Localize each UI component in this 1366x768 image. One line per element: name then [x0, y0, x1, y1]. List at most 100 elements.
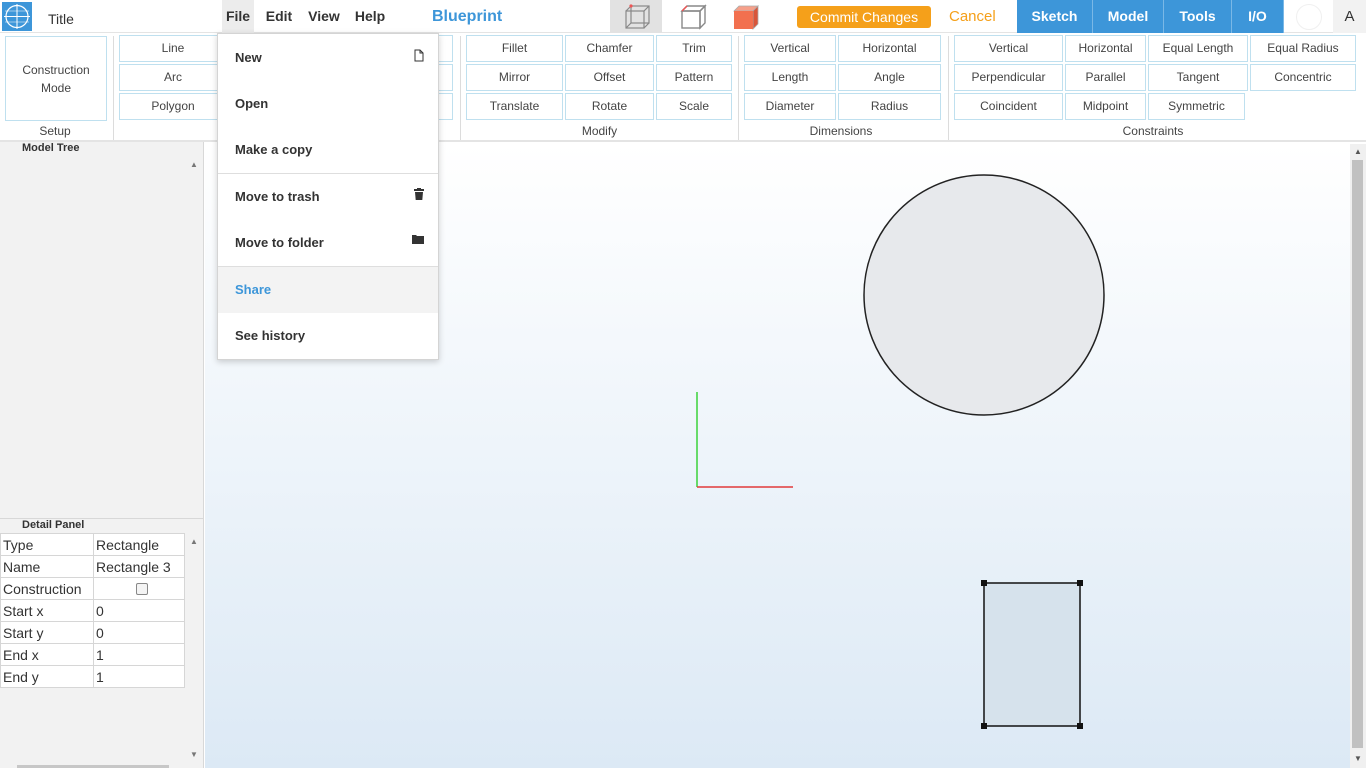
new-file-icon — [414, 49, 424, 62]
toolbar-ribbon: Construction Mode Setup Line Arc Polygon… — [0, 33, 1366, 142]
detail-key: End x — [0, 643, 94, 666]
detail-scroll-up-icon[interactable]: ▲ — [190, 537, 198, 546]
dimension-radius-button[interactable]: Radius — [838, 93, 941, 120]
model-tree-scroll-up-icon[interactable]: ▲ — [190, 160, 198, 169]
table-row: Start x 0 — [0, 599, 185, 622]
outline-view-button[interactable] — [670, 0, 714, 33]
menu-item-label: Open — [235, 96, 269, 111]
trim-button[interactable]: Trim — [656, 35, 732, 62]
pattern-button[interactable]: Pattern — [656, 64, 732, 91]
constraint-equal-length-button[interactable]: Equal Length — [1148, 35, 1248, 62]
constraint-tangent-button[interactable]: Tangent — [1148, 64, 1248, 91]
dimension-length-button[interactable]: Length — [744, 64, 836, 91]
chamfer-button[interactable]: Chamfer — [565, 35, 654, 62]
dimension-horizontal-button[interactable]: Horizontal — [838, 35, 941, 62]
tab-io[interactable]: I/O — [1232, 0, 1284, 33]
sketch-rectangle[interactable] — [983, 582, 1081, 727]
menu-item-label: Move to folder — [235, 235, 324, 250]
constraint-horizontal-button[interactable]: Horizontal — [1065, 35, 1146, 62]
document-title[interactable]: Title — [48, 11, 74, 27]
detail-key: End y — [0, 665, 94, 688]
menu-item-new[interactable]: New — [218, 35, 438, 81]
offset-button[interactable]: Offset — [565, 64, 654, 91]
detail-panel-header: Detail Panel — [22, 519, 85, 531]
detail-key: Start x — [0, 599, 94, 622]
table-row: Construction — [0, 577, 185, 600]
construction-checkbox[interactable] — [136, 582, 148, 595]
detail-value[interactable]: Rectangle 3 — [93, 555, 185, 578]
dimension-vertical-button[interactable]: Vertical — [744, 35, 836, 62]
scroll-thumb[interactable] — [1352, 160, 1363, 748]
table-row: Start y 0 — [0, 621, 185, 644]
menu-item-open[interactable]: Open — [218, 81, 438, 127]
brand-name: Blueprint — [432, 8, 503, 25]
dimension-angle-button[interactable]: Angle — [838, 64, 941, 91]
constraint-concentric-button[interactable]: Concentric — [1250, 64, 1356, 91]
detail-value[interactable]: 0 — [93, 599, 185, 622]
constraint-parallel-button[interactable]: Parallel — [1065, 64, 1146, 91]
scroll-up-icon[interactable]: ▲ — [1354, 147, 1362, 156]
constraint-midpoint-button[interactable]: Midpoint — [1065, 93, 1146, 120]
app-logo-icon[interactable] — [2, 2, 32, 31]
avatar[interactable] — [1296, 4, 1322, 30]
construction-cell — [93, 577, 185, 600]
cancel-button[interactable]: Cancel — [949, 8, 996, 25]
mirror-button[interactable]: Mirror — [466, 64, 563, 91]
arc-tool-button[interactable]: Arc — [119, 64, 227, 91]
table-row: End y 1 — [0, 665, 185, 688]
rectangle-handle[interactable] — [981, 580, 987, 586]
group-label-setup: Setup — [39, 124, 71, 138]
menu-edit[interactable]: Edit — [262, 0, 296, 33]
account-button[interactable]: A — [1333, 0, 1366, 33]
constraint-coincident-button[interactable]: Coincident — [954, 93, 1063, 120]
menu-help[interactable]: Help — [352, 0, 388, 33]
wireframe-view-button[interactable] — [610, 0, 662, 33]
detail-value[interactable]: Rectangle — [93, 533, 185, 556]
solid-view-button[interactable] — [722, 0, 766, 33]
detail-scroll-down-icon[interactable]: ▼ — [190, 750, 198, 759]
detail-value[interactable]: 1 — [93, 643, 185, 666]
rotate-button[interactable]: Rotate — [565, 93, 654, 120]
tab-model[interactable]: Model — [1093, 0, 1164, 33]
file-menu-dropdown: New Open Make a copy Move to trash Move … — [217, 33, 439, 360]
line-tool-button[interactable]: Line — [119, 35, 227, 62]
menu-item-label: New — [235, 50, 262, 65]
left-sidebar: Model Tree ▲ Detail Panel ▲ Type Rectang… — [0, 142, 204, 768]
constraint-symmetric-button[interactable]: Symmetric — [1148, 93, 1245, 120]
scale-button[interactable]: Scale — [656, 93, 732, 120]
constraint-equal-radius-button[interactable]: Equal Radius — [1250, 35, 1356, 62]
rectangle-handle[interactable] — [1077, 580, 1083, 586]
translate-button[interactable]: Translate — [466, 93, 563, 120]
constraint-vertical-button[interactable]: Vertical — [954, 35, 1063, 62]
menu-item-share[interactable]: Share — [218, 267, 438, 313]
commit-changes-button[interactable]: Commit Changes — [797, 6, 931, 28]
canvas-vertical-scrollbar[interactable]: ▲ ▼ — [1350, 144, 1366, 768]
menu-item-move-to-trash[interactable]: Move to trash — [218, 174, 438, 220]
rectangle-handle[interactable] — [1077, 723, 1083, 729]
group-divider — [113, 36, 114, 140]
fillet-button[interactable]: Fillet — [466, 35, 563, 62]
polygon-tool-button[interactable]: Polygon — [119, 93, 227, 120]
menu-view[interactable]: View — [304, 0, 344, 33]
sketch-circle[interactable] — [863, 174, 1105, 416]
menu-item-make-copy[interactable]: Make a copy — [218, 127, 438, 173]
group-label-constraints: Constraints — [1122, 124, 1184, 138]
menu-item-label: Move to trash — [235, 189, 320, 204]
tab-tools[interactable]: Tools — [1164, 0, 1232, 33]
menu-item-label: See history — [235, 328, 306, 343]
detail-table: Type Rectangle Name Rectangle 3 Construc… — [0, 533, 185, 688]
constraint-perpendicular-button[interactable]: Perpendicular — [954, 64, 1063, 91]
detail-value[interactable]: 0 — [93, 621, 185, 644]
dimension-diameter-button[interactable]: Diameter — [744, 93, 836, 120]
menu-item-label: Share — [235, 282, 272, 297]
construction-mode-button[interactable]: Construction Mode — [5, 36, 107, 121]
menu-file[interactable]: File — [222, 0, 254, 33]
detail-value[interactable]: 1 — [93, 665, 185, 688]
group-label-dimensions: Dimensions — [809, 124, 873, 138]
rectangle-handle[interactable] — [981, 723, 987, 729]
scroll-down-icon[interactable]: ▼ — [1354, 754, 1362, 763]
menu-item-move-to-folder[interactable]: Move to folder — [218, 220, 438, 266]
folder-icon — [412, 235, 424, 244]
tab-sketch[interactable]: Sketch — [1017, 0, 1093, 33]
menu-item-see-history[interactable]: See history — [218, 313, 438, 359]
